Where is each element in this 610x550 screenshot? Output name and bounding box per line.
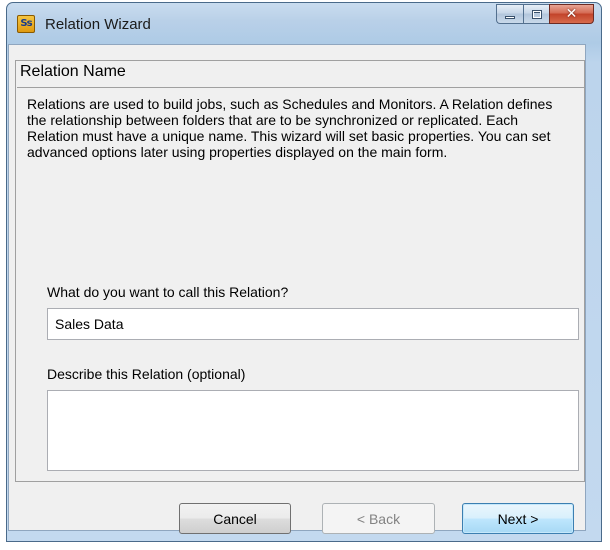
- page-title: Relation Name: [20, 63, 126, 80]
- cancel-button[interactable]: Cancel: [179, 503, 291, 534]
- next-button[interactable]: Next >: [462, 503, 574, 534]
- caption-buttons: ✕: [496, 4, 594, 24]
- title-bar[interactable]: Ss Relation Wizard ✕: [7, 3, 601, 47]
- maximize-icon: [532, 10, 542, 19]
- page-header: Relation Name: [17, 61, 585, 88]
- window-title: Relation Wizard: [45, 16, 151, 33]
- relation-name-label: What do you want to call this Relation?: [47, 284, 289, 300]
- close-button[interactable]: ✕: [549, 4, 594, 24]
- relation-description-label: Describe this Relation (optional): [47, 366, 246, 382]
- minimize-button[interactable]: [496, 4, 523, 24]
- back-button[interactable]: < Back: [322, 503, 435, 534]
- close-icon: ✕: [565, 6, 578, 22]
- app-icon: Ss: [17, 15, 35, 33]
- maximize-button[interactable]: [523, 4, 549, 24]
- intro-text: Relations are used to build jobs, such a…: [27, 96, 553, 160]
- minimize-icon: [505, 16, 515, 19]
- relation-description-input[interactable]: [47, 390, 579, 471]
- relation-name-input[interactable]: [47, 308, 579, 340]
